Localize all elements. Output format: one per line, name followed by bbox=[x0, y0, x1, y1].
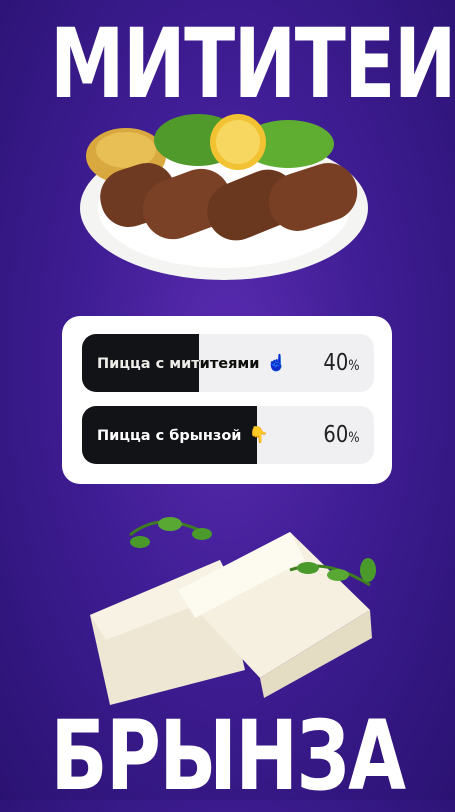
poll-option-mititei[interactable]: Пицца с мититеями ☝️ 40% bbox=[82, 334, 374, 392]
poll-option-brynza[interactable]: Пицца с брынзой 👇 60% bbox=[82, 406, 374, 464]
poll-option-label: Пицца с мититеями bbox=[97, 356, 260, 372]
pointing-down-icon: 👇 bbox=[248, 425, 269, 444]
title-brynza: БРЫНЗА bbox=[50, 700, 407, 812]
brynza-cheese-image bbox=[70, 500, 390, 710]
title-mititei: МИТИТЕИ bbox=[50, 8, 455, 120]
pointing-up-icon: ☝️ bbox=[266, 353, 287, 372]
mititei-plate-image bbox=[78, 108, 370, 284]
poll-option-percent: 60% bbox=[323, 422, 360, 448]
poll-option-label: Пицца с брынзой bbox=[97, 428, 242, 444]
poll-option-percent: 40% bbox=[323, 350, 360, 376]
poll-card: Пицца с мититеями ☝️ 40% Пицца с брынзой… bbox=[62, 316, 392, 484]
